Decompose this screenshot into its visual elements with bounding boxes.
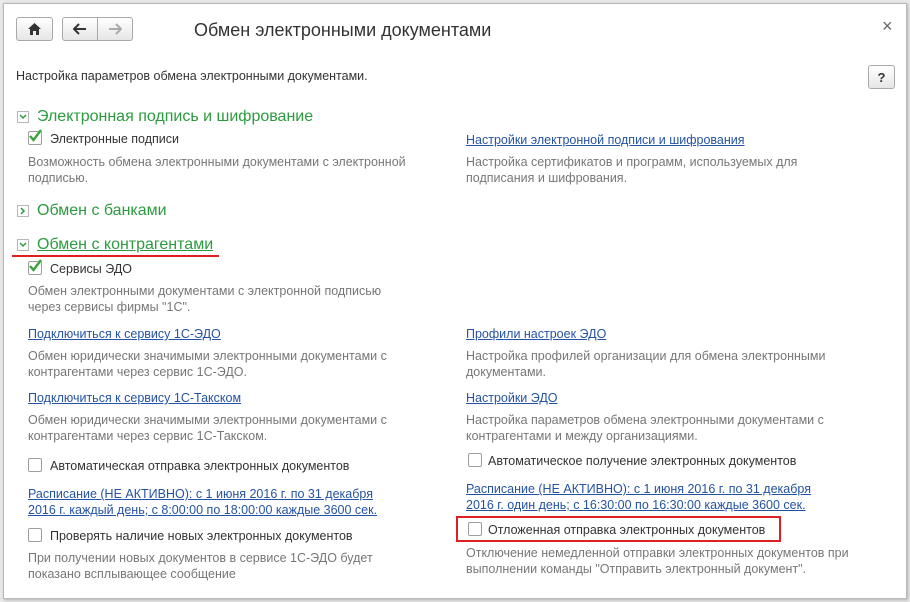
counterparties-highlight-underline (12, 255, 219, 257)
signature-section-title[interactable]: Электронная подпись и шифрование (37, 108, 313, 126)
delayed-send-label[interactable]: Отложенная отправка электронных документ… (488, 523, 765, 537)
edo-profiles-desc-1: Настройка профилей организации для обмен… (466, 349, 826, 363)
delayed-send-desc-1: Отключение немедленной отправки электрон… (466, 546, 849, 560)
chevron-down-icon (19, 242, 27, 248)
edo-settings-link[interactable]: Настройки ЭДО (466, 390, 558, 406)
edo-services-desc-1: Обмен электронными документами с электро… (28, 284, 382, 298)
connect-1c-taxcom-desc-2: контрагентами через сервис 1С-Такском. (28, 429, 268, 443)
delayed-send-desc-2: выполнении команды "Отправить электронны… (466, 562, 807, 576)
signature-settings-desc-1: Настройка сертификатов и программ, испол… (466, 155, 798, 169)
window: Обмен электронными документами × Настрой… (3, 3, 907, 599)
electronic-signatures-checkbox[interactable] (28, 129, 42, 145)
edo-services-checkbox[interactable] (28, 259, 42, 275)
connect-1c-taxcom-link[interactable]: Подключиться к сервису 1С-Такском (28, 390, 241, 406)
auto-receive-schedule-link-2[interactable]: 2016 г. один день; с 16:30:00 по 16:30:0… (466, 497, 806, 513)
auto-send-schedule-link-2[interactable]: 2016 г. каждый день; с 8:00:00 по 18:00:… (28, 502, 377, 518)
counterparties-section-title[interactable]: Обмен с контрагентами (37, 236, 213, 254)
checkmark-icon (29, 129, 42, 142)
close-icon[interactable]: × (882, 16, 893, 37)
delayed-send-checkbox[interactable] (468, 522, 482, 536)
banks-section-title[interactable]: Обмен с банками (37, 202, 167, 220)
connect-1c-taxcom-desc-1: Обмен юридически значимыми электронными … (28, 413, 387, 427)
checkmark-icon (29, 259, 42, 272)
page-title: Обмен электронными документами (194, 20, 492, 40)
home-icon (28, 23, 41, 35)
edo-profiles-link[interactable]: Профили настроек ЭДО (466, 326, 606, 342)
edo-services-desc-2: через сервисы фирмы "1С". (28, 300, 191, 314)
page-subtitle: Настройка параметров обмена электронными… (16, 69, 368, 83)
arrow-left-icon (73, 23, 86, 35)
auto-send-checkbox[interactable] (28, 458, 42, 472)
chevron-right-icon (20, 207, 26, 215)
auto-receive-label[interactable]: Автоматическое получение электронных док… (488, 454, 796, 468)
edo-settings-desc-1: Настройка параметров обмена электронными… (466, 413, 824, 427)
auto-receive-schedule-link-1[interactable]: Расписание (НЕ АКТИВНО): с 1 июня 2016 г… (466, 481, 811, 497)
electronic-signatures-desc-2: подписью. (28, 171, 89, 185)
connect-1c-edo-desc-2: контрагентами через сервис 1С-ЭДО. (28, 365, 247, 379)
help-button[interactable]: ? (868, 65, 895, 89)
auto-send-label[interactable]: Автоматическая отправка электронных доку… (50, 459, 349, 473)
auto-send-schedule-link-1[interactable]: Расписание (НЕ АКТИВНО): с 1 июня 2016 г… (28, 486, 373, 502)
check-new-docs-desc-1: При получении новых документов в сервисе… (28, 551, 373, 565)
electronic-signatures-label[interactable]: Электронные подписи (50, 132, 179, 146)
auto-receive-checkbox[interactable] (468, 453, 482, 467)
connect-1c-edo-link[interactable]: Подключиться к сервису 1С-ЭДО (28, 326, 221, 342)
home-button[interactable] (16, 17, 53, 41)
edo-services-label[interactable]: Сервисы ЭДО (50, 262, 132, 276)
check-new-docs-checkbox[interactable] (28, 528, 42, 542)
counterparties-section-toggle[interactable] (17, 239, 29, 251)
check-new-docs-desc-2: показано всплывающее сообщение (28, 567, 236, 581)
chevron-down-icon (19, 114, 27, 120)
forward-button[interactable] (97, 17, 133, 41)
back-button[interactable] (62, 17, 98, 41)
arrow-right-icon (109, 23, 122, 35)
banks-section-toggle[interactable] (17, 205, 29, 217)
check-new-docs-label[interactable]: Проверять наличие новых электронных доку… (50, 529, 353, 543)
signature-section-toggle[interactable] (17, 111, 29, 123)
signature-settings-link[interactable]: Настройки электронной подписи и шифрован… (466, 132, 745, 148)
edo-profiles-desc-2: документами. (466, 365, 546, 379)
electronic-signatures-desc-1: Возможность обмена электронными документ… (28, 155, 406, 169)
edo-settings-desc-2: контрагентами и между организациями. (466, 429, 698, 443)
signature-settings-desc-2: подписания и шифрования. (466, 171, 628, 185)
connect-1c-edo-desc-1: Обмен юридически значимыми электронными … (28, 349, 387, 363)
